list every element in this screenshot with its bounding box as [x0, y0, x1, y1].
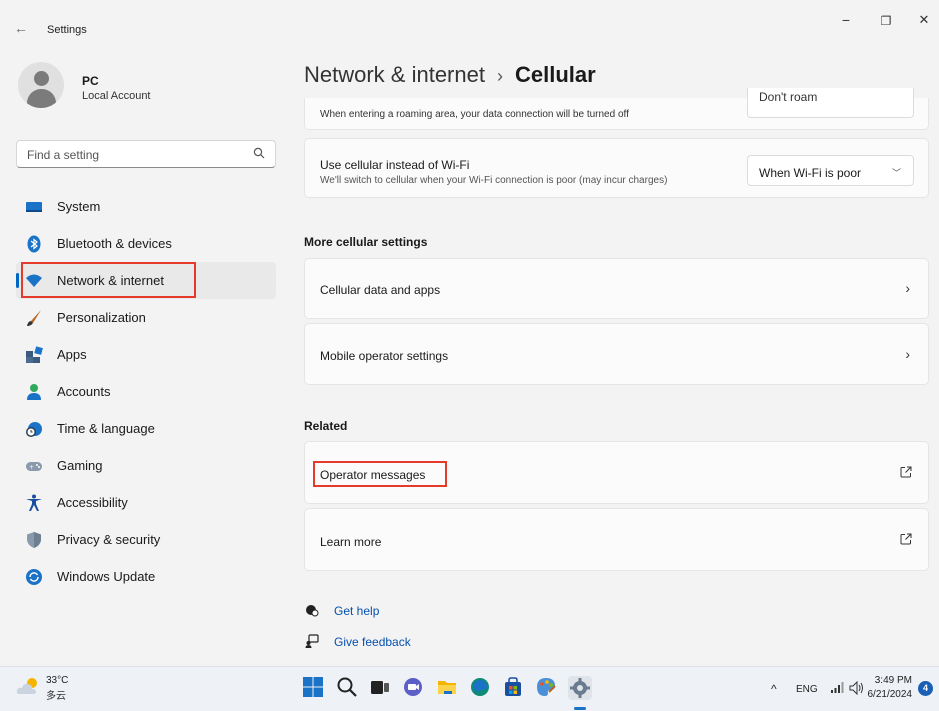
sidebar-item-apps[interactable]: Apps	[16, 336, 276, 373]
bluetooth-icon	[25, 235, 43, 253]
user-name: PC	[82, 74, 99, 88]
sidebar-item-windows-update[interactable]: Windows Update	[16, 558, 276, 595]
external-link-icon	[900, 466, 912, 481]
section-title-more: More cellular settings	[304, 235, 428, 249]
settings-gear-icon[interactable]	[568, 676, 592, 700]
edge-browser-icon[interactable]	[469, 676, 493, 700]
sidebar-item-gaming[interactable]: + Gaming	[16, 447, 276, 484]
learn-more-row[interactable]: Learn more	[304, 508, 929, 571]
file-explorer-icon[interactable]	[436, 676, 460, 700]
avatar	[18, 62, 64, 108]
search-icon	[253, 147, 265, 162]
store-icon[interactable]	[502, 676, 526, 700]
system-icon	[25, 198, 43, 216]
clock-time[interactable]: 3:49 PM	[872, 675, 912, 686]
page-title: Network & internet › Cellular	[304, 62, 596, 88]
back-button[interactable]: ←	[14, 20, 28, 36]
account-type: Local Account	[82, 90, 151, 102]
external-link-icon	[900, 533, 912, 548]
chevron-right-icon: ›	[905, 280, 910, 296]
chevron-right-icon: ›	[905, 346, 910, 362]
svg-text:+: +	[29, 464, 34, 471]
mobile-operator-settings-row[interactable]: Mobile operator settings ›	[304, 323, 929, 385]
minimize-button[interactable]: −	[831, 12, 861, 28]
sidebar-item-label: Accessibility	[57, 495, 128, 510]
accessibility-icon	[25, 494, 43, 512]
title-bar: ← Settings − ❐ ✕	[0, 0, 939, 42]
cellular-wifi-label: Use cellular instead of Wi-Fi	[320, 158, 470, 172]
roaming-dropdown[interactable]: Don't roam	[747, 88, 914, 118]
give-feedback-link[interactable]: Give feedback	[334, 635, 411, 649]
sidebar-item-accounts[interactable]: Accounts	[16, 373, 276, 410]
globe-clock-icon	[25, 420, 43, 438]
notification-badge[interactable]: 4	[918, 681, 933, 696]
sidebar-item-label: System	[57, 199, 101, 214]
highlight-box	[313, 461, 447, 487]
roaming-card: When entering a roaming area, your data …	[304, 88, 929, 130]
sidebar-item-accessibility[interactable]: Accessibility	[16, 484, 276, 521]
sidebar-item-privacy[interactable]: Privacy & security	[16, 521, 276, 558]
paint-icon[interactable]	[535, 676, 559, 700]
chevron-up-icon[interactable]: ^	[771, 682, 777, 696]
row-label: Cellular data and apps	[320, 283, 441, 297]
sidebar-item-label: Personalization	[57, 310, 146, 325]
sidebar-nav: System Bluetooth & devices Network & int…	[16, 188, 276, 595]
taskbar: 33°C 多云 ^ ENG 3:49 PM 6/21/2024 4	[0, 666, 939, 711]
update-icon	[25, 568, 43, 586]
cellular-data-apps-row[interactable]: Cellular data and apps ›	[304, 258, 929, 319]
clock-date[interactable]: 6/21/2024	[862, 689, 913, 700]
language-indicator[interactable]: ENG	[796, 684, 818, 695]
accounts-icon	[25, 383, 43, 401]
chevron-down-icon: ﹀	[891, 168, 901, 178]
brush-icon	[25, 309, 43, 327]
sidebar-item-label: Privacy & security	[57, 532, 161, 547]
feedback-icon	[305, 634, 319, 651]
sidebar-item-bluetooth[interactable]: Bluetooth & devices	[16, 225, 276, 262]
maximize-button[interactable]: ❐	[871, 14, 901, 28]
sidebar-item-label: Bluetooth & devices	[57, 236, 172, 251]
weather-temperature[interactable]: 33°C	[46, 675, 68, 686]
breadcrumb-parent[interactable]: Network & internet	[304, 62, 485, 87]
sidebar-item-label: Time & language	[57, 421, 155, 436]
sidebar-item-label: Apps	[57, 347, 87, 362]
sidebar-item-personalization[interactable]: Personalization	[16, 299, 276, 336]
sidebar-item-time-language[interactable]: Time & language	[16, 410, 276, 447]
section-title-related: Related	[304, 419, 348, 433]
gamepad-icon: +	[25, 457, 43, 475]
search-icon[interactable]	[336, 676, 360, 700]
breadcrumb-separator: ›	[496, 66, 503, 86]
active-app-indicator	[574, 707, 586, 710]
start-icon[interactable]	[302, 676, 326, 700]
cellular-wifi-description: We'll switch to cellular when your Wi-Fi…	[320, 175, 668, 186]
sidebar-item-label: Windows Update	[57, 569, 156, 584]
search-input[interactable]: Find a setting	[16, 140, 276, 168]
chat-icon[interactable]	[402, 676, 426, 700]
cellular-wifi-dropdown[interactable]: When Wi-Fi is poor ﹀	[747, 155, 914, 186]
sidebar-item-label: Gaming	[57, 458, 103, 473]
breadcrumb-current: Cellular	[514, 62, 596, 87]
close-button[interactable]: ✕	[909, 12, 939, 28]
weather-cloud-icon[interactable]	[16, 676, 42, 699]
cellular-signal-icon[interactable]	[830, 682, 844, 697]
active-indicator	[16, 273, 19, 288]
get-help-icon	[305, 603, 319, 620]
roaming-description: When entering a roaming area, your data …	[320, 109, 629, 120]
row-label: Learn more	[320, 535, 382, 549]
cellular-wifi-card: Use cellular instead of Wi-Fi We'll swit…	[304, 138, 929, 198]
sidebar-item-system[interactable]: System	[16, 188, 276, 225]
window-title: Settings	[47, 24, 87, 36]
cellular-wifi-dropdown-value: When Wi-Fi is poor	[759, 166, 862, 180]
roaming-dropdown-value: Don't roam	[759, 90, 818, 104]
sidebar-item-label: Accounts	[57, 384, 111, 399]
apps-icon	[25, 346, 43, 364]
shield-icon	[25, 531, 43, 549]
row-label: Mobile operator settings	[320, 349, 449, 363]
get-help-link[interactable]: Get help	[334, 604, 379, 618]
highlight-box	[21, 262, 196, 298]
search-placeholder: Find a setting	[27, 148, 100, 162]
weather-condition[interactable]: 多云	[46, 687, 66, 702]
task-view-icon[interactable]	[369, 676, 393, 700]
